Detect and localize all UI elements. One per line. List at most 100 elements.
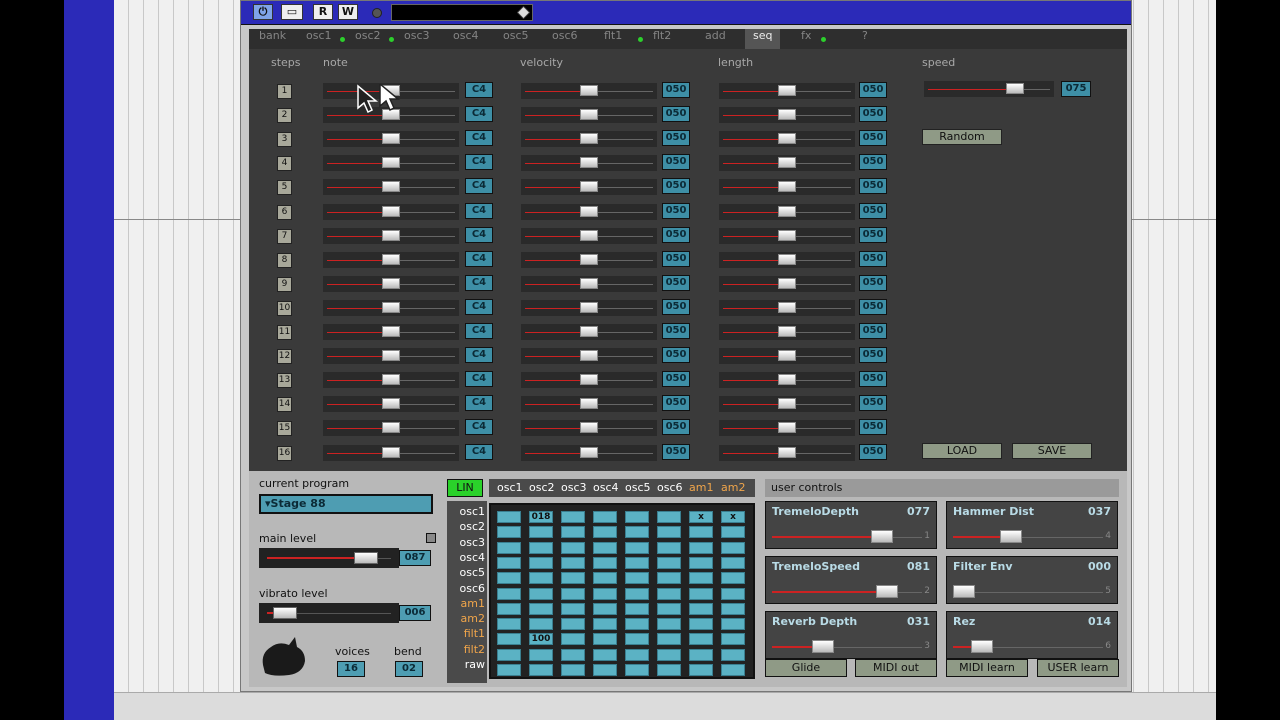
- note-value[interactable]: C4: [465, 202, 493, 219]
- user-control-thumb[interactable]: [1000, 530, 1023, 543]
- note-slider-thumb[interactable]: [382, 181, 400, 193]
- length-slider-thumb[interactable]: [778, 133, 796, 145]
- length-slider[interactable]: [719, 227, 855, 244]
- note-value[interactable]: C4: [465, 130, 493, 147]
- matrix-cell[interactable]: [497, 556, 521, 569]
- matrix-cell[interactable]: [625, 602, 649, 615]
- tab-osc5[interactable]: osc5: [503, 29, 529, 49]
- length-slider[interactable]: [719, 348, 855, 365]
- user-control-thumb[interactable]: [953, 585, 975, 598]
- vibrato-level-thumb[interactable]: [273, 607, 297, 619]
- velocity-slider[interactable]: [521, 251, 657, 268]
- length-slider-thumb[interactable]: [778, 374, 796, 386]
- length-value[interactable]: 050: [859, 323, 887, 339]
- velocity-slider[interactable]: [521, 299, 657, 316]
- matrix-cell[interactable]: [625, 572, 649, 585]
- length-slider[interactable]: [719, 251, 855, 268]
- length-slider-thumb[interactable]: [778, 109, 796, 121]
- matrix-cell[interactable]: [657, 526, 681, 539]
- step-button[interactable]: 9: [277, 276, 292, 292]
- matrix-cell[interactable]: [529, 664, 553, 676]
- midi-out-button[interactable]: MIDI out: [855, 659, 937, 677]
- midi-learn-button[interactable]: MIDI learn: [946, 659, 1028, 677]
- user-control-thumb[interactable]: [875, 585, 898, 598]
- tab-flt2[interactable]: flt2: [653, 29, 671, 49]
- length-value[interactable]: 050: [859, 106, 887, 123]
- note-slider-thumb[interactable]: [382, 398, 400, 410]
- length-value[interactable]: 050: [859, 347, 887, 364]
- matrix-cell[interactable]: [593, 587, 617, 600]
- velocity-value[interactable]: 050: [662, 82, 690, 98]
- user-control-slider[interactable]: [953, 640, 1103, 654]
- note-value[interactable]: C4: [465, 154, 493, 171]
- velocity-slider-thumb[interactable]: [580, 205, 598, 217]
- length-slider-thumb[interactable]: [778, 253, 796, 265]
- tab-osc6[interactable]: osc6: [552, 29, 578, 49]
- matrix-cell[interactable]: [657, 618, 681, 631]
- step-button[interactable]: 11: [277, 325, 292, 340]
- length-value[interactable]: 050: [859, 250, 887, 267]
- velocity-value[interactable]: 050: [662, 347, 690, 364]
- step-button[interactable]: 14: [277, 397, 292, 413]
- length-value[interactable]: 050: [859, 371, 887, 388]
- tab-add[interactable]: add: [705, 29, 726, 49]
- note-value[interactable]: C4: [465, 347, 493, 364]
- matrix-cell[interactable]: [689, 541, 713, 554]
- matrix-cell[interactable]: [497, 648, 521, 661]
- velocity-slider[interactable]: [521, 444, 657, 461]
- matrix-cell[interactable]: [721, 572, 745, 585]
- compare-button[interactable]: ▭: [281, 4, 303, 20]
- matrix-cell[interactable]: [689, 648, 713, 661]
- length-slider[interactable]: [719, 324, 855, 340]
- matrix-cell[interactable]: [689, 618, 713, 631]
- velocity-value[interactable]: 050: [662, 274, 690, 291]
- note-value[interactable]: C4: [465, 178, 493, 195]
- velocity-value[interactable]: 050: [662, 250, 690, 267]
- velocity-slider[interactable]: [521, 275, 657, 292]
- note-slider[interactable]: [323, 203, 459, 220]
- note-value[interactable]: C4: [465, 419, 493, 436]
- length-slider[interactable]: [719, 372, 855, 389]
- tab-seq[interactable]: seq: [745, 29, 781, 49]
- note-slider[interactable]: [323, 155, 459, 172]
- velocity-slider[interactable]: [521, 396, 657, 413]
- matrix-cell[interactable]: [593, 526, 617, 539]
- velocity-slider[interactable]: [521, 203, 657, 220]
- length-slider[interactable]: [719, 155, 855, 172]
- matrix-cell[interactable]: [625, 587, 649, 600]
- bend-value[interactable]: 02: [395, 661, 423, 677]
- matrix-cell[interactable]: [529, 556, 553, 569]
- note-slider[interactable]: [323, 299, 459, 316]
- note-value[interactable]: C4: [465, 371, 493, 388]
- matrix-cell[interactable]: [657, 511, 681, 523]
- matrix-cell[interactable]: [561, 664, 585, 676]
- user-control-thumb[interactable]: [870, 530, 893, 543]
- step-button[interactable]: 10: [277, 300, 292, 316]
- note-slider[interactable]: [323, 179, 459, 196]
- matrix-cell[interactable]: [561, 648, 585, 661]
- tab-osc4[interactable]: osc4: [453, 29, 479, 49]
- velocity-slider[interactable]: [521, 155, 657, 172]
- velocity-slider-thumb[interactable]: [580, 422, 598, 434]
- note-slider-thumb[interactable]: [382, 350, 400, 362]
- matrix-cell[interactable]: [529, 541, 553, 554]
- matrix-cell[interactable]: [721, 556, 745, 569]
- user-control-slider[interactable]: [772, 640, 922, 654]
- length-value[interactable]: 050: [859, 154, 887, 171]
- note-slider-thumb[interactable]: [382, 446, 400, 458]
- matrix-cell[interactable]: [593, 556, 617, 569]
- matrix-cell[interactable]: [593, 618, 617, 631]
- note-slider[interactable]: [323, 396, 459, 413]
- velocity-slider-thumb[interactable]: [580, 181, 598, 193]
- note-slider-thumb[interactable]: [382, 229, 400, 241]
- matrix-cell[interactable]: [497, 633, 521, 646]
- matrix-cell[interactable]: [657, 587, 681, 600]
- matrix-cell[interactable]: [529, 618, 553, 631]
- matrix-cell[interactable]: [721, 602, 745, 615]
- step-button[interactable]: 16: [277, 445, 292, 461]
- tab-fx[interactable]: fx: [801, 29, 811, 49]
- velocity-slider-thumb[interactable]: [580, 301, 598, 313]
- velocity-value[interactable]: 050: [662, 106, 690, 123]
- matrix-cell[interactable]: [497, 541, 521, 554]
- length-value[interactable]: 050: [859, 419, 887, 436]
